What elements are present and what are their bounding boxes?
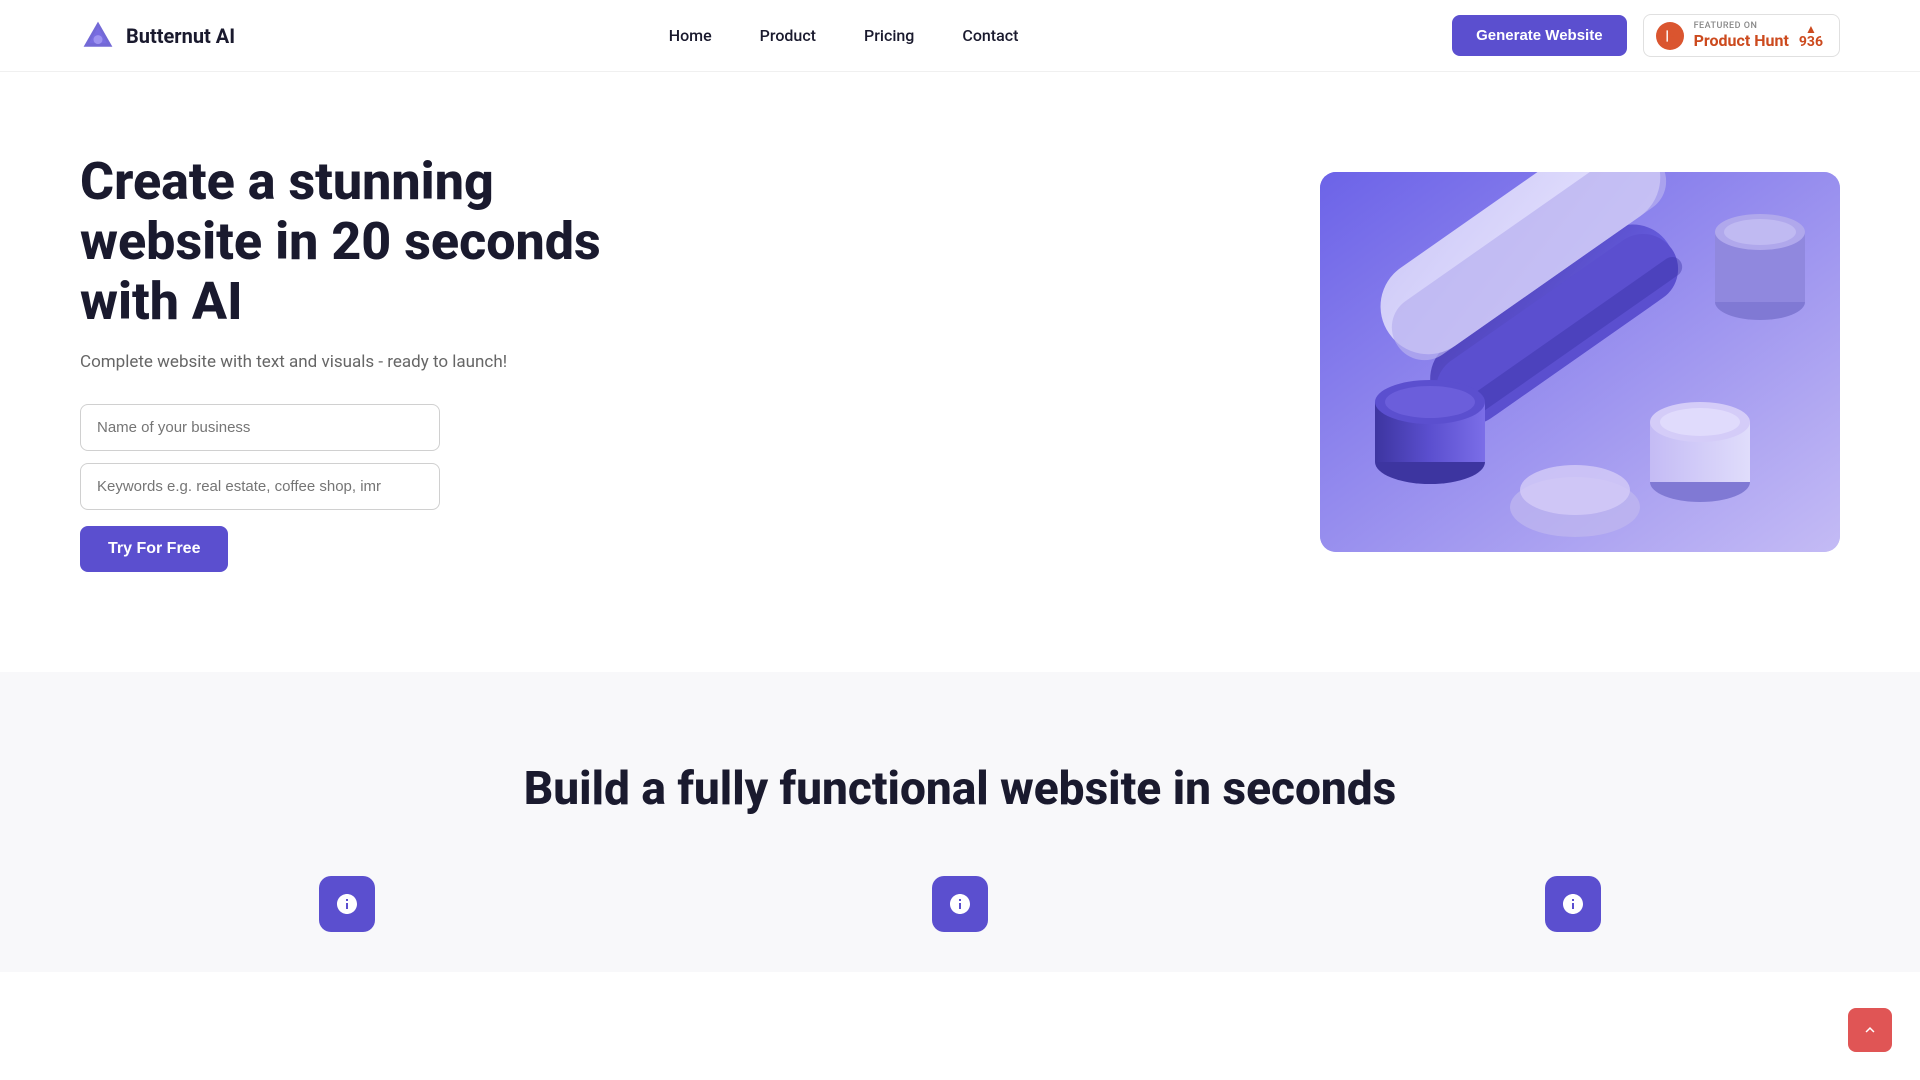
feature-icon-2-svg	[948, 892, 972, 916]
features-section: Build a fully functional website in seco…	[0, 672, 1920, 972]
keywords-input[interactable]	[80, 463, 440, 510]
try-for-free-button[interactable]: Try For Free	[80, 526, 228, 572]
nav-product[interactable]: Product	[760, 26, 816, 45]
chevron-up-icon	[1861, 1021, 1879, 1039]
scroll-to-top-button[interactable]	[1848, 1008, 1892, 1052]
nav-home[interactable]: Home	[669, 26, 712, 45]
hero-section: Create a stunning website in 20 seconds …	[0, 72, 1920, 672]
product-hunt-badge[interactable]: FEATURED ON Product Hunt ▲ 936	[1643, 14, 1840, 57]
upvote-arrow-icon: ▲	[1805, 23, 1817, 35]
hero-form: Try For Free	[80, 404, 440, 572]
hero-right	[1320, 172, 1840, 552]
business-name-input[interactable]	[80, 404, 440, 451]
product-hunt-logo-icon	[1656, 22, 1684, 50]
logo-link[interactable]: Butternut AI	[80, 18, 235, 54]
feature-icon-1	[319, 876, 375, 932]
feature-icon-1-svg	[335, 892, 359, 916]
logo-text: Butternut AI	[126, 24, 235, 48]
generate-website-button[interactable]: Generate Website	[1452, 15, 1626, 56]
feature-icon-2	[932, 876, 988, 932]
hero-left: Create a stunning website in 20 seconds …	[80, 152, 640, 571]
hero-illustration	[1320, 172, 1840, 552]
product-hunt-text: FEATURED ON Product Hunt	[1694, 21, 1789, 50]
product-hunt-number: 936	[1799, 35, 1823, 49]
features-row	[80, 876, 1840, 932]
navbar: Butternut AI Home Product Pricing Contac…	[0, 0, 1920, 72]
hero-headline: Create a stunning website in 20 seconds …	[80, 152, 640, 331]
product-hunt-name: Product Hunt	[1694, 31, 1789, 50]
product-hunt-count: ▲ 936	[1799, 23, 1823, 49]
nav-contact[interactable]: Contact	[962, 26, 1018, 45]
nav-right: Generate Website FEATURED ON Product Hun…	[1452, 14, 1840, 57]
nav-pricing[interactable]: Pricing	[864, 26, 914, 45]
hero-subtitle: Complete website with text and visuals -…	[80, 352, 640, 372]
logo-icon	[80, 18, 116, 54]
feature-icon-3-svg	[1561, 892, 1585, 916]
feature-icon-3	[1545, 876, 1601, 932]
hero-image	[1320, 172, 1840, 552]
nav-links: Home Product Pricing Contact	[669, 26, 1019, 45]
product-hunt-featured-label: FEATURED ON	[1694, 21, 1758, 31]
features-headline: Build a fully functional website in seco…	[80, 762, 1840, 816]
